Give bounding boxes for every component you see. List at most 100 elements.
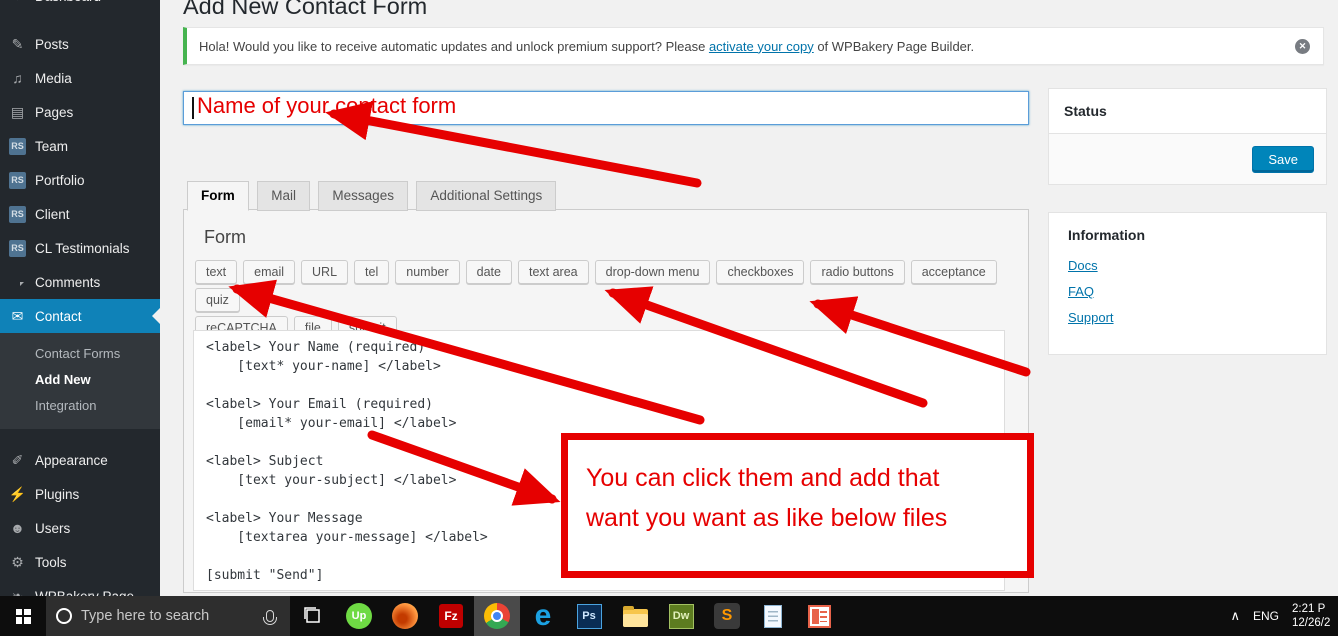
annotation-form-name-note: Name of your contact form	[197, 93, 457, 118]
filezilla-icon: Fz	[439, 604, 463, 628]
faq-link[interactable]: FAQ	[1068, 284, 1307, 299]
envelope-icon: ✉	[11, 307, 24, 324]
tag-button-email[interactable]: email	[243, 260, 296, 284]
sidebar-item-contact[interactable]: ✉ Contact	[0, 299, 160, 333]
editor-tabs: Form Mail Messages Additional Settings	[187, 181, 560, 211]
task-view-button[interactable]	[290, 596, 336, 636]
sidebar-item-comments[interactable]: Comments	[0, 265, 160, 299]
microphone-icon[interactable]	[263, 610, 277, 625]
firefox-icon	[392, 603, 418, 629]
taskbar-search[interactable]: Type here to search	[46, 596, 290, 636]
sidebar-item-label: Pages	[35, 104, 74, 120]
taskbar-app-dreamweaver[interactable]: Dw	[658, 596, 704, 636]
activation-notice: Hola! Would you like to receive automati…	[183, 27, 1324, 65]
submenu-item-integration[interactable]: Integration	[0, 393, 160, 419]
support-link[interactable]: Support	[1068, 310, 1307, 325]
tag-button-tel[interactable]: tel	[354, 260, 390, 284]
pages-icon: ▤	[10, 103, 25, 120]
windows-logo-icon	[15, 608, 31, 624]
taskbar-app-edge[interactable]: e	[520, 596, 566, 636]
tab-form[interactable]: Form	[187, 181, 249, 211]
save-button[interactable]: Save	[1252, 146, 1314, 173]
sidebar-item-portfolio[interactable]: RS Portfolio	[0, 163, 160, 197]
tag-button-quiz[interactable]: quiz	[195, 288, 240, 312]
information-box-title: Information	[1068, 227, 1145, 243]
status-box-title: Status	[1064, 103, 1107, 119]
submenu-item-add-new[interactable]: Add New	[0, 367, 160, 393]
dismiss-notice-icon[interactable]: ✕	[1295, 39, 1310, 54]
docs-link[interactable]: Docs	[1068, 258, 1307, 273]
submenu-item-contact-forms[interactable]: Contact Forms	[0, 341, 160, 367]
tag-button-number[interactable]: number	[395, 260, 460, 284]
sidebar-item-posts[interactable]: ✎ Posts	[0, 27, 160, 61]
rs-badge-icon: RS	[0, 239, 35, 257]
activate-copy-link[interactable]: activate your copy	[709, 39, 814, 54]
search-placeholder: Type here to search	[81, 608, 210, 624]
taskbar-app-file-explorer[interactable]	[612, 596, 658, 636]
contact-submenu: Contact Forms Add New Integration	[0, 333, 160, 429]
windows-taskbar: Type here to search Up Fz e Ps Dw S ∧ EN…	[0, 596, 1338, 636]
notepad-icon	[764, 604, 782, 628]
sidebar-item-label: Tools	[35, 554, 67, 570]
taskbar-app-upwork[interactable]: Up	[336, 596, 382, 636]
tray-date: 12/26/2	[1292, 617, 1331, 629]
tab-messages[interactable]: Messages	[318, 181, 408, 211]
taskbar-app-notepad[interactable]	[750, 596, 796, 636]
taskbar-app-sublime[interactable]: S	[704, 596, 750, 636]
tag-button-date[interactable]: date	[465, 260, 512, 284]
upwork-icon: Up	[346, 603, 372, 629]
tag-button-url[interactable]: URL	[301, 260, 349, 284]
tag-button-dropdown-menu[interactable]: drop-down menu	[594, 260, 711, 284]
admin-sidebar: ◔ Dashboard ✎ Posts ♫ Media ▤ Pages RS T…	[0, 0, 160, 604]
sidebar-item-label: Users	[35, 520, 71, 536]
appearance-icon: ✐	[11, 451, 24, 468]
sidebar-item-media[interactable]: ♫ Media	[0, 61, 160, 95]
sidebar-item-appearance[interactable]: ✐ Appearance	[0, 443, 160, 477]
taskbar-app-chrome[interactable]	[474, 596, 520, 636]
tray-language[interactable]: ENG	[1253, 609, 1279, 623]
sidebar-item-label: Dashboard	[35, 0, 101, 4]
sidebar-item-plugins[interactable]: ⚡ Plugins	[0, 477, 160, 511]
sidebar-item-label: Contact	[35, 308, 82, 324]
sidebar-item-pages[interactable]: ▤ Pages	[0, 95, 160, 129]
dashboard-icon: ◔	[0, 0, 35, 4]
chrome-icon	[484, 603, 510, 629]
screen: ◔ Dashboard ✎ Posts ♫ Media ▤ Pages RS T…	[0, 0, 1338, 636]
tag-button-acceptance[interactable]: acceptance	[910, 260, 997, 284]
taskbar-app-photoshop[interactable]: Ps	[566, 596, 612, 636]
sidebar-item-client[interactable]: RS Client	[0, 197, 160, 231]
tag-button-text-area[interactable]: text area	[517, 260, 589, 284]
sidebar-item-label: CL Testimonials	[35, 240, 130, 256]
taskbar-app-firefox[interactable]	[382, 596, 428, 636]
sidebar-item-label: Team	[35, 138, 69, 154]
sidebar-item-tools[interactable]: ⚙ Tools	[0, 545, 160, 579]
sidebar-item-team[interactable]: RS Team	[0, 129, 160, 163]
sidebar-item-cl-testimonials[interactable]: RS CL Testimonials	[0, 231, 160, 265]
status-actions: Save	[1049, 133, 1326, 184]
tray-chevron-icon[interactable]: ∧	[1230, 608, 1240, 624]
status-box: Status Save	[1048, 88, 1327, 185]
text-caret	[192, 97, 194, 119]
sidebar-separator	[0, 429, 160, 443]
tag-button-radio-buttons[interactable]: radio buttons	[810, 260, 905, 284]
sidebar-item-label: Client	[35, 206, 70, 222]
office-app-icon	[807, 604, 831, 628]
information-box: Information Docs FAQ Support	[1048, 212, 1327, 355]
tag-button-checkboxes[interactable]: checkboxes	[716, 260, 805, 284]
users-icon: ☻	[10, 520, 25, 536]
file-explorer-icon	[622, 605, 648, 627]
start-button[interactable]	[0, 596, 46, 636]
sidebar-item-label: Media	[35, 70, 72, 86]
sidebar-item-label: Portfolio	[35, 172, 85, 188]
annotation-callout-line1: You can click them and add that	[586, 464, 940, 492]
tag-button-text[interactable]: text	[195, 260, 238, 284]
tray-clock[interactable]: 2:21 P 12/26/2	[1292, 602, 1338, 630]
rs-badge-icon: RS	[0, 205, 35, 223]
taskbar-app-office[interactable]	[796, 596, 842, 636]
dreamweaver-icon: Dw	[668, 603, 694, 629]
sidebar-item-dashboard[interactable]: ◔ Dashboard	[0, 0, 160, 13]
sidebar-item-users[interactable]: ☻ Users	[0, 511, 160, 545]
tab-mail[interactable]: Mail	[257, 181, 310, 211]
tab-additional-settings[interactable]: Additional Settings	[416, 181, 557, 211]
taskbar-app-filezilla[interactable]: Fz	[428, 596, 474, 636]
